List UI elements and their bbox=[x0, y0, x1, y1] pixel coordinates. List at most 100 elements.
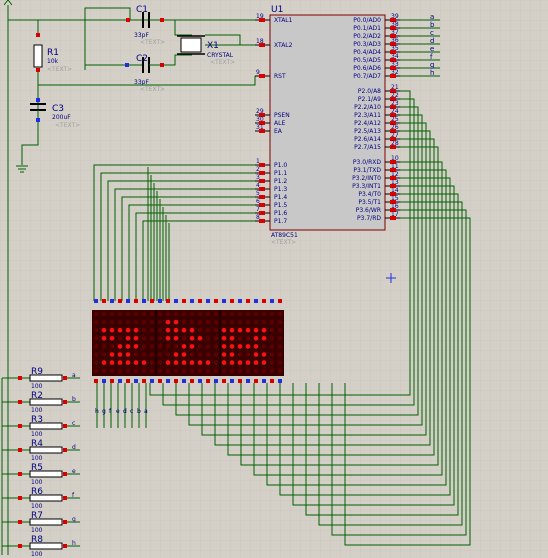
u1-pin-name: P1.2 bbox=[274, 178, 287, 185]
led-dot bbox=[245, 368, 251, 374]
x1-value: CRYSTAL bbox=[207, 52, 234, 59]
led-dot bbox=[213, 319, 219, 325]
u1-pin-number: 17 bbox=[391, 211, 399, 218]
led-dot bbox=[213, 360, 219, 365]
u1-pin-number: 23 bbox=[391, 100, 399, 107]
led-dot bbox=[141, 344, 147, 349]
led-dot bbox=[173, 368, 179, 374]
led-dot bbox=[93, 344, 99, 349]
matrix-net-label: a bbox=[144, 408, 148, 415]
matrix-net-label: e bbox=[116, 408, 120, 415]
led-dot bbox=[125, 336, 131, 341]
led-dot bbox=[261, 360, 267, 365]
led-dot bbox=[173, 311, 179, 317]
led-dot bbox=[197, 360, 203, 365]
led-dot bbox=[93, 319, 99, 325]
led-dot bbox=[101, 368, 107, 374]
led-dot bbox=[141, 368, 147, 374]
led-dot bbox=[229, 327, 235, 333]
u1-pin-number: 8 bbox=[256, 214, 260, 221]
led-dot bbox=[245, 360, 251, 365]
led-dot bbox=[269, 311, 275, 317]
led-dot bbox=[189, 327, 195, 333]
u1-net-label: g bbox=[430, 61, 434, 69]
resistor-net-label: b bbox=[72, 396, 76, 403]
resistor-net-label: c bbox=[72, 420, 75, 427]
led-dot bbox=[205, 336, 211, 341]
led-dot bbox=[133, 327, 139, 333]
led-dot bbox=[93, 352, 99, 357]
u1-pin-number: 7 bbox=[256, 206, 260, 213]
led-dot bbox=[157, 336, 163, 341]
led-dot bbox=[133, 360, 139, 365]
led-dot bbox=[261, 319, 267, 325]
u1-pin-number: 6 bbox=[256, 198, 260, 205]
led-dot bbox=[157, 352, 163, 357]
x1-text: <TEXT> bbox=[210, 59, 235, 66]
led-dot bbox=[229, 319, 235, 325]
led-matrix[interactable] bbox=[92, 299, 284, 383]
u1-pin-number: 9 bbox=[256, 69, 260, 76]
led-dot bbox=[253, 360, 259, 365]
led-dot bbox=[173, 360, 179, 365]
led-dot bbox=[261, 327, 267, 333]
led-dot bbox=[173, 319, 179, 325]
led-dot bbox=[277, 336, 283, 341]
u1-pin-number: 12 bbox=[391, 171, 399, 178]
u1-pin-name: P2.6/A14 bbox=[354, 136, 381, 143]
led-dot bbox=[189, 319, 195, 325]
u1-pin-name: P3.0/RXD bbox=[353, 159, 381, 166]
led-dot bbox=[269, 327, 275, 333]
led-dot bbox=[125, 368, 131, 374]
u1-pin-name: P3.1/TXD bbox=[353, 167, 381, 174]
led-dot bbox=[149, 311, 155, 317]
led-dot bbox=[157, 344, 163, 349]
led-dot bbox=[173, 344, 179, 349]
led-dot bbox=[165, 319, 171, 325]
led-dot bbox=[197, 344, 203, 349]
u1-pin-name: P3.5/T1 bbox=[358, 199, 381, 206]
led-dot bbox=[109, 360, 115, 365]
led-dot bbox=[117, 360, 123, 365]
led-dot bbox=[157, 327, 163, 333]
u1-pin-number: 18 bbox=[256, 38, 264, 45]
led-dot bbox=[277, 344, 283, 349]
led-dot bbox=[205, 368, 211, 374]
led-dot bbox=[109, 344, 115, 349]
u1-pin-name: P2.3/A11 bbox=[354, 112, 381, 119]
c2-ref: C2 bbox=[136, 54, 148, 64]
u1-pin-number: 36 bbox=[391, 37, 399, 44]
led-dot bbox=[117, 319, 123, 325]
led-dot bbox=[197, 327, 203, 333]
led-dot bbox=[133, 344, 139, 349]
u1-pin-name: P1.6 bbox=[274, 210, 287, 217]
resistor-ref: R9 bbox=[31, 367, 43, 377]
u1-net-label: c bbox=[430, 29, 434, 37]
u1-pin-name: EA bbox=[274, 128, 283, 135]
u1-pin-number: 14 bbox=[391, 187, 399, 194]
resistor-value: 100 bbox=[31, 455, 43, 462]
led-dot bbox=[141, 360, 147, 365]
led-dot bbox=[101, 319, 107, 325]
led-dot bbox=[165, 368, 171, 374]
led-dot bbox=[269, 352, 275, 357]
resistor-value: 100 bbox=[31, 479, 43, 486]
led-dot bbox=[205, 344, 211, 349]
led-dot bbox=[181, 360, 187, 365]
u1-pin-number: 28 bbox=[391, 140, 399, 147]
led-dot bbox=[149, 327, 155, 333]
schematic-sheet: C1 33pF <TEXT> C2 33pF <TEXT> X1 CRYSTAL… bbox=[0, 0, 548, 558]
u1-pin-name: P0.3/AD3 bbox=[353, 41, 381, 48]
c1-ref: C1 bbox=[136, 5, 148, 15]
led-dot bbox=[117, 336, 123, 341]
led-dot bbox=[237, 336, 243, 341]
resistor-ref: R2 bbox=[31, 391, 43, 401]
led-dot bbox=[229, 368, 235, 374]
led-dot bbox=[213, 311, 219, 317]
led-dot bbox=[237, 327, 243, 333]
led-dot bbox=[101, 360, 107, 365]
u1-pin-number: 5 bbox=[256, 190, 260, 197]
led-dot bbox=[261, 336, 267, 341]
led-dot bbox=[221, 368, 227, 374]
c3-text: <TEXT> bbox=[55, 122, 80, 129]
